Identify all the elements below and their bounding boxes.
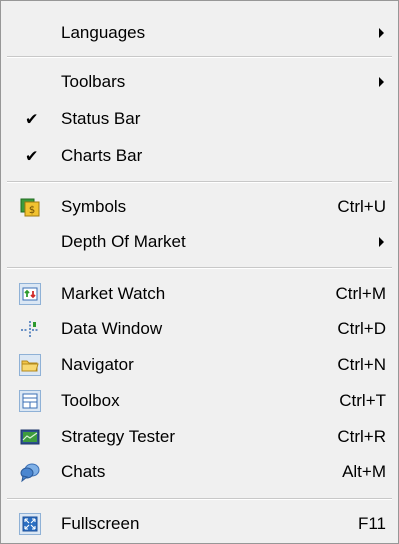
menu-item-toolbox[interactable]: Toolbox Ctrl+T (3, 384, 396, 418)
menu-item-fullscreen[interactable]: Fullscreen F11 (3, 507, 396, 541)
menu-item-label: Charts Bar (61, 146, 143, 165)
menu-item-label: Navigator (61, 355, 134, 374)
menu-item-label: Toolbox (61, 391, 120, 410)
menu-item-shortcut: Ctrl+U (337, 197, 386, 216)
menu-item-toolbars[interactable]: Toolbars (3, 65, 396, 99)
menu-item-shortcut: Alt+M (342, 462, 386, 481)
symbols-icon: $ (19, 196, 41, 218)
toolbox-icon (19, 390, 41, 412)
menu-item-label: Chats (61, 462, 106, 481)
menu-item-status-bar[interactable]: ✔ Status Bar (3, 102, 396, 136)
menu-item-label: Fullscreen (61, 514, 140, 533)
menu-item-navigator[interactable]: Navigator Ctrl+N (3, 348, 396, 382)
menu-separator (7, 181, 392, 183)
submenu-arrow-icon (379, 28, 384, 38)
submenu-arrow-icon (379, 77, 384, 87)
menu-item-shortcut: F11 (357, 514, 386, 533)
menu-item-label: Strategy Tester (61, 427, 176, 446)
menu-item-shortcut: Ctrl+D (337, 319, 386, 338)
menu-item-shortcut: Ctrl+M (335, 284, 386, 303)
menu-item-chats[interactable]: Chats Alt+M (3, 455, 396, 489)
view-context-menu: Languages Toolbars ✔ Status Bar ✔ Charts… (0, 0, 399, 544)
menu-item-data-window[interactable]: Data Window Ctrl+D (3, 312, 396, 346)
menu-item-label: Data Window (61, 319, 163, 338)
menu-item-charts-bar[interactable]: ✔ Charts Bar (3, 139, 396, 173)
submenu-arrow-icon (379, 237, 384, 247)
menu-item-label: Depth Of Market (61, 232, 186, 251)
menu-separator (7, 56, 392, 58)
strategy-tester-icon (19, 426, 41, 448)
chats-icon (19, 461, 41, 483)
menu-item-symbols[interactable]: $ Symbols Ctrl+U (3, 190, 396, 224)
market-watch-icon (19, 283, 41, 305)
menu-item-depth-of-market[interactable]: Depth Of Market (3, 225, 396, 259)
svg-text:$: $ (29, 205, 35, 216)
menu-item-shortcut: Ctrl+T (339, 391, 386, 410)
menu-item-shortcut: Ctrl+R (337, 427, 386, 446)
menu-item-label: Market Watch (61, 284, 166, 303)
checkmark-icon: ✔ (25, 109, 39, 129)
menu-separator (7, 267, 392, 269)
checkmark-icon: ✔ (25, 146, 39, 166)
menu-item-label: Symbols (61, 197, 127, 216)
menu-item-strategy-tester[interactable]: Strategy Tester Ctrl+R (3, 420, 396, 454)
menu-separator (7, 498, 392, 500)
folder-icon (19, 354, 41, 376)
data-window-icon (19, 318, 41, 340)
menu-item-label: Languages (61, 23, 146, 42)
menu-item-label: Status Bar (61, 109, 141, 128)
menu-item-shortcut: Ctrl+N (337, 355, 386, 374)
menu-item-languages[interactable]: Languages (3, 16, 396, 50)
fullscreen-icon (19, 513, 41, 535)
menu-item-label: Toolbars (61, 72, 126, 91)
menu-item-market-watch[interactable]: Market Watch Ctrl+M (3, 277, 396, 311)
